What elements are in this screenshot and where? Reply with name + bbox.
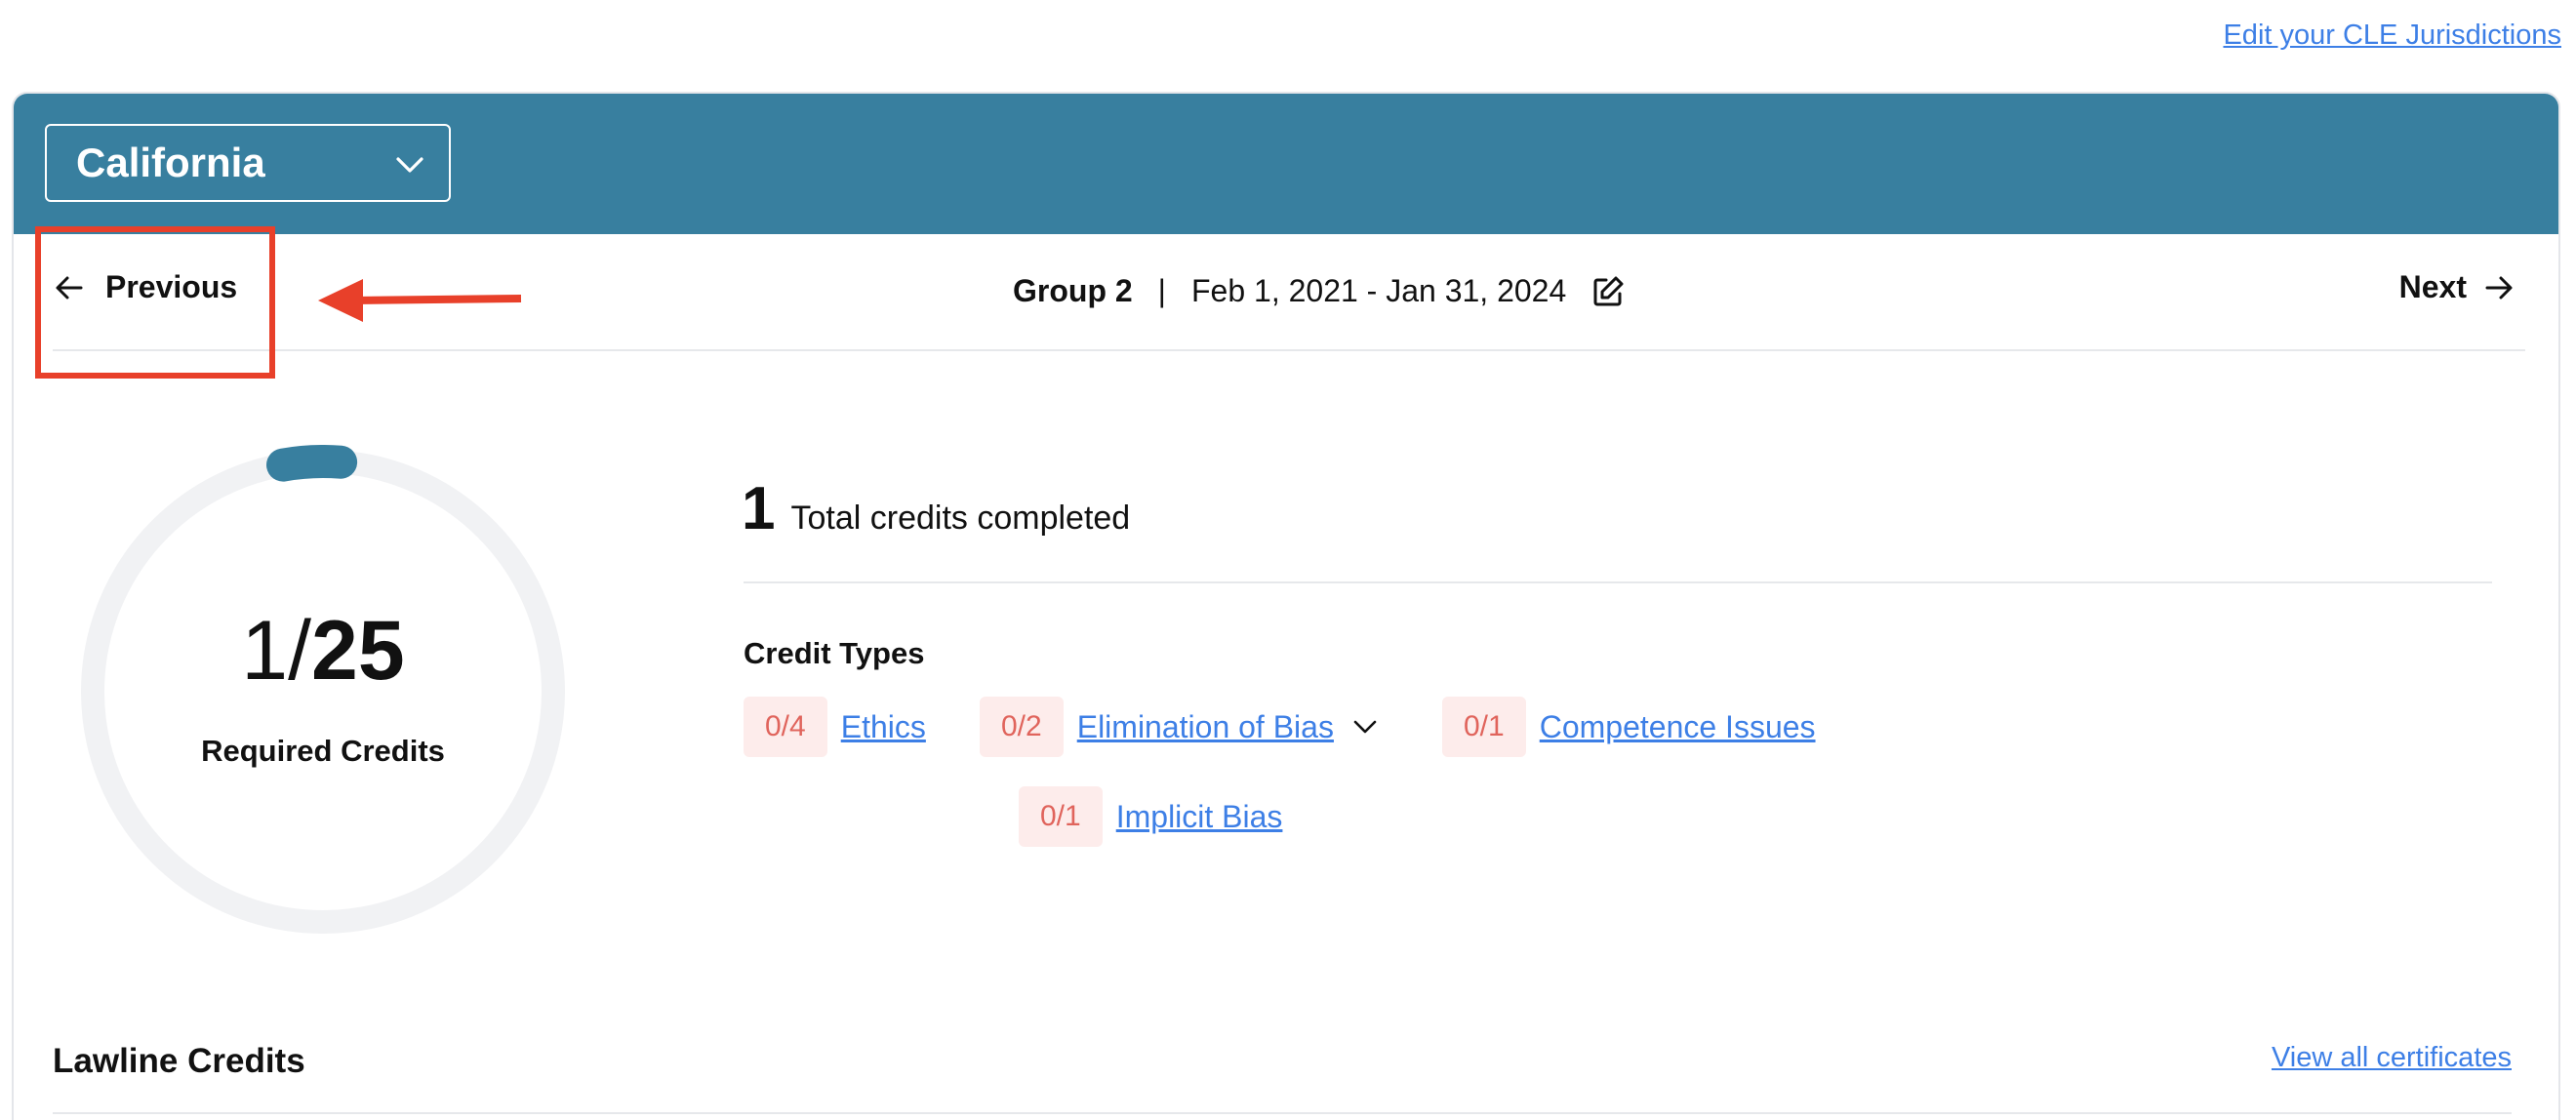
annotation-highlight-box (35, 226, 275, 379)
separator: | (1157, 273, 1166, 308)
credit-type-link[interactable]: Elimination of Bias (1077, 709, 1334, 745)
group-label: Group 2 (1013, 273, 1133, 308)
credit-type-link[interactable]: Competence Issues (1540, 709, 1816, 745)
lawline-credits-title: Lawline Credits (53, 1042, 305, 1080)
credit-type-competence-issues: 0/1 Competence Issues (1442, 697, 1816, 757)
total-credits: 1 Total credits completed (742, 474, 1130, 543)
lawline-divider (53, 1112, 2512, 1114)
next-label: Next (2398, 269, 2467, 304)
credit-type-elimination-of-bias: 0/2 Elimination of Bias (980, 697, 1379, 757)
credit-count-badge: 0/1 (1019, 786, 1103, 847)
edit-jurisdictions-link[interactable]: Edit your CLE Jurisdictions (2223, 20, 2561, 52)
chevron-down-icon[interactable] (1351, 713, 1379, 740)
period-range: Feb 1, 2021 - Jan 31, 2024 (1190, 273, 1567, 308)
jurisdiction-select-value: California (76, 140, 265, 185)
credit-type-implicit-bias: 0/1 Implicit Bias (1019, 786, 1282, 847)
credits-slash: / (288, 604, 312, 698)
credit-types-title: Credit Types (744, 636, 925, 670)
annotation-arrow-icon (318, 279, 522, 322)
completed-credits: 1 (241, 604, 289, 698)
card-header: California (14, 94, 2558, 234)
credit-count-badge: 0/2 (980, 697, 1064, 757)
credit-type-link[interactable]: Ethics (841, 709, 926, 745)
required-credits-ring: 1/25 Required Credits (76, 445, 570, 939)
period-display: Group 2 | Feb 1, 2021 - Jan 31, 2024 (1013, 273, 1625, 309)
total-credits-number: 1 (742, 475, 776, 542)
credit-type-ethics: 0/4 Ethics (744, 697, 926, 757)
nav-divider (53, 349, 2525, 351)
total-credits-label: Total credits completed (790, 500, 1131, 537)
credit-count-badge: 0/1 (1442, 697, 1526, 757)
next-button[interactable]: Next (2399, 269, 2514, 305)
edit-icon[interactable] (1591, 275, 1625, 308)
jurisdiction-select[interactable]: California (45, 124, 451, 202)
required-credits-label: Required Credits (201, 734, 445, 768)
credit-type-link[interactable]: Implicit Bias (1116, 799, 1283, 835)
arrow-right-icon (2485, 276, 2513, 299)
chevron-down-icon (396, 157, 423, 173)
required-credits-value: 1/25 (76, 603, 570, 700)
view-all-certificates-link[interactable]: View all certificates (2272, 1042, 2512, 1074)
required-credits-total: 25 (311, 604, 405, 698)
summary-divider (744, 581, 2492, 583)
page: Edit your CLE Jurisdictions California P… (0, 0, 2576, 1120)
credit-count-badge: 0/4 (744, 697, 827, 757)
